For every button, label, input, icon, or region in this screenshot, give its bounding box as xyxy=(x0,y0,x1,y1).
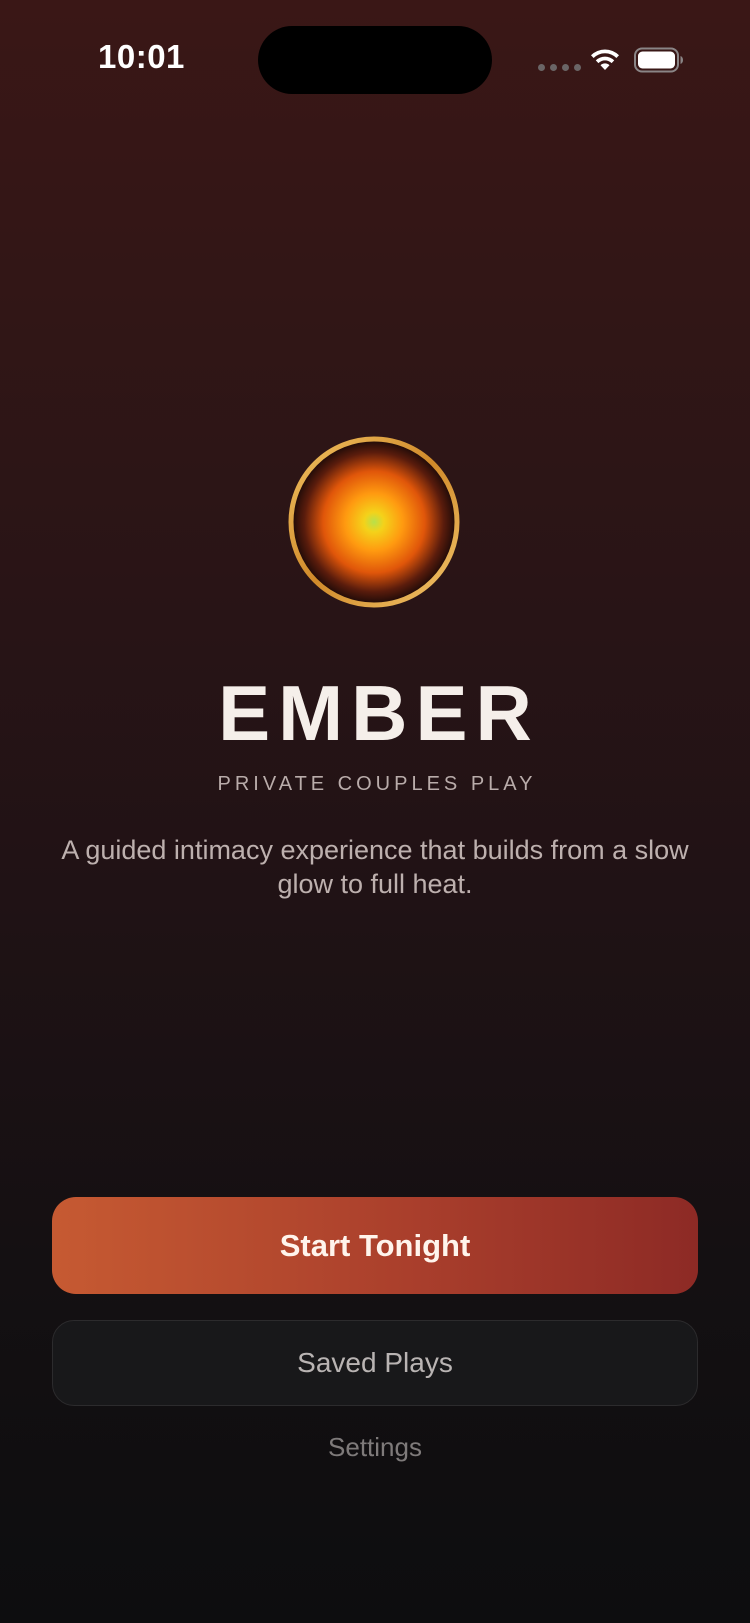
app-description: A guided intimacy experience that builds… xyxy=(61,835,689,899)
dynamic-island xyxy=(258,26,492,94)
cellular-signal-icon xyxy=(538,64,581,71)
wifi-icon xyxy=(591,49,619,70)
battery-icon xyxy=(634,47,683,73)
ember-orb-logo xyxy=(288,436,460,608)
start-tonight-button[interactable]: Start Tonight xyxy=(52,1197,698,1294)
saved-plays-button[interactable]: Saved Plays xyxy=(52,1320,698,1406)
status-time: 10:01 xyxy=(98,38,185,75)
app-subtitle: PRIVATE COUPLES PLAY xyxy=(217,773,537,795)
status-bar: 10:01 xyxy=(0,0,750,120)
settings-link[interactable]: Settings xyxy=(0,1432,750,1463)
app-title: EMBER xyxy=(218,669,540,757)
